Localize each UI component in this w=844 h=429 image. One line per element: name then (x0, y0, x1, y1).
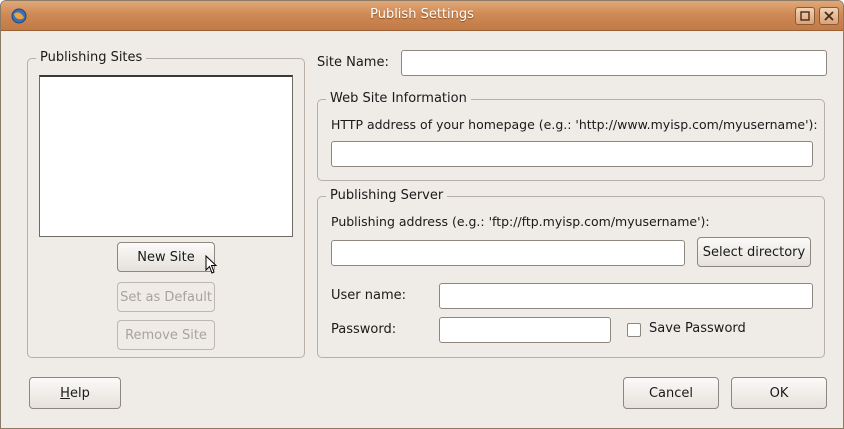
password-label: Password: (331, 322, 397, 337)
publishing-address-input[interactable] (331, 240, 685, 266)
mouse-pointer-icon (205, 255, 218, 274)
publish-settings-dialog: Publish Settings Publishing Sites New Si… (0, 0, 844, 429)
cancel-button[interactable]: Cancel (623, 377, 719, 409)
new-site-button[interactable]: New Site (117, 242, 215, 272)
close-button[interactable] (819, 7, 839, 25)
save-password-checkbox[interactable] (627, 323, 641, 337)
username-input[interactable] (439, 283, 813, 309)
ok-button[interactable]: OK (731, 377, 827, 409)
site-name-label: Site Name: (317, 55, 389, 70)
web-site-information-legend: Web Site Information (326, 91, 471, 106)
username-label: User name: (331, 288, 407, 303)
remove-site-button[interactable]: Remove Site (117, 320, 215, 350)
password-input[interactable] (439, 317, 611, 343)
save-password-label[interactable]: Save Password (649, 321, 746, 336)
close-icon (824, 11, 834, 21)
title-bar[interactable]: Publish Settings (1, 1, 843, 31)
sites-list[interactable] (39, 75, 293, 237)
site-name-input[interactable] (401, 50, 827, 76)
web-site-information-frame: Web Site Information (317, 91, 825, 181)
select-directory-button[interactable]: Select directory (697, 237, 811, 267)
maximize-icon (800, 11, 810, 21)
publishing-address-label: Publishing address (e.g.: 'ftp://ftp.myi… (331, 214, 710, 229)
maximize-button[interactable] (795, 7, 815, 25)
set-as-default-button[interactable]: Set as Default (117, 282, 215, 312)
help-mnemonic: H (60, 385, 70, 401)
help-button[interactable]: Help (29, 377, 121, 409)
help-label-rest: elp (69, 385, 90, 401)
publishing-server-legend: Publishing Server (326, 188, 448, 203)
window-title: Publish Settings (370, 7, 474, 22)
http-address-input[interactable] (331, 141, 813, 167)
http-address-label: HTTP address of your homepage (e.g.: 'ht… (331, 117, 818, 132)
publishing-sites-legend: Publishing Sites (36, 50, 147, 65)
